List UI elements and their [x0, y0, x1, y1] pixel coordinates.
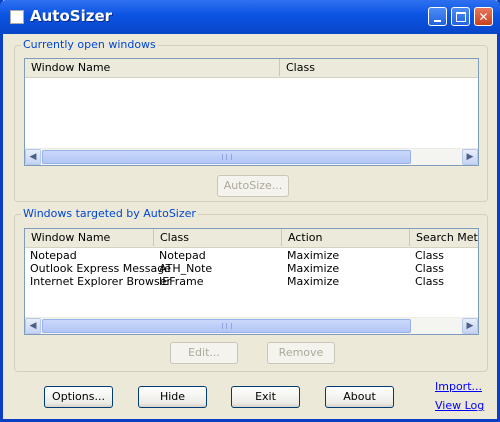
targeted-windows-hscrollbar[interactable]: ◀ ▶ [25, 317, 478, 334]
cell-class: ATH_Note [159, 262, 213, 275]
column-header-search-method[interactable]: Search Metho [410, 229, 478, 246]
scroll-left-button[interactable]: ◀ [25, 149, 41, 165]
edit-button[interactable]: Edit... [170, 342, 238, 364]
open-windows-list[interactable]: Window Name Class ◀ ▶ [24, 58, 479, 166]
options-button[interactable]: Options... [44, 386, 113, 408]
scroll-thumb[interactable] [42, 150, 411, 164]
close-button[interactable]: ✕ [474, 7, 493, 26]
view-log-link[interactable]: View Log [435, 399, 484, 412]
grip-icon [221, 323, 232, 329]
cell-class: Notepad [159, 249, 206, 262]
minimize-button[interactable] [428, 7, 447, 26]
scroll-right-button[interactable]: ▶ [462, 149, 478, 165]
remove-button[interactable]: Remove [267, 342, 335, 364]
targeted-windows-group-title: Windows targeted by AutoSizer [21, 207, 198, 220]
scroll-right-button[interactable]: ▶ [462, 318, 478, 334]
table-row[interactable]: Notepad Notepad Maximize Class [25, 249, 478, 262]
column-header-class[interactable]: Class [280, 59, 478, 76]
scroll-left-icon: ◀ [29, 152, 37, 162]
cell-class: IEFrame [159, 275, 204, 288]
cell-window-name: Internet Explorer Browser [30, 275, 172, 288]
app-icon[interactable] [10, 10, 24, 24]
cell-action: Maximize [287, 275, 340, 288]
scroll-thumb[interactable] [42, 319, 411, 333]
open-windows-group-title: Currently open windows [21, 38, 158, 51]
autosize-button[interactable]: AutoSize... [217, 175, 289, 197]
grip-icon [221, 154, 232, 160]
cell-window-name: Outlook Express Message [30, 262, 171, 275]
title-bar[interactable]: AutoSizer ✕ [0, 0, 500, 34]
cell-action: Maximize [287, 262, 340, 275]
column-header-window-name[interactable]: Window Name [25, 59, 280, 76]
cell-window-name: Notepad [30, 249, 77, 262]
scroll-right-icon: ▶ [466, 321, 474, 331]
open-windows-hscrollbar[interactable]: ◀ ▶ [25, 148, 478, 165]
table-row[interactable]: Internet Explorer Browser IEFrame Maximi… [25, 275, 478, 288]
scroll-left-icon: ◀ [29, 321, 37, 331]
maximize-button[interactable] [451, 7, 470, 26]
minimize-icon [434, 19, 441, 22]
targeted-windows-list[interactable]: Window Name Class Action Search Metho No… [24, 228, 479, 335]
cell-search-method: Class [415, 262, 444, 275]
cell-action: Maximize [287, 249, 340, 262]
table-row[interactable]: Outlook Express Message ATH_Note Maximiz… [25, 262, 478, 275]
cell-search-method: Class [415, 249, 444, 262]
column-header-class[interactable]: Class [154, 229, 282, 246]
open-windows-list-header: Window Name Class [25, 59, 478, 78]
cell-search-method: Class [415, 275, 444, 288]
maximize-icon [455, 11, 466, 22]
hide-button[interactable]: Hide [138, 386, 207, 408]
scroll-left-button[interactable]: ◀ [25, 318, 41, 334]
autosizer-window: AutoSizer ✕ Currently open windows Windo… [0, 0, 500, 422]
window-title: AutoSizer [30, 7, 113, 25]
targeted-windows-list-header: Window Name Class Action Search Metho [25, 229, 478, 248]
close-icon: ✕ [478, 9, 489, 24]
about-button[interactable]: About [325, 386, 394, 408]
exit-button[interactable]: Exit [231, 386, 300, 408]
import-link[interactable]: Import... [435, 380, 482, 393]
scroll-right-icon: ▶ [466, 152, 474, 162]
column-header-window-name[interactable]: Window Name [25, 229, 154, 246]
column-header-action[interactable]: Action [282, 229, 410, 246]
